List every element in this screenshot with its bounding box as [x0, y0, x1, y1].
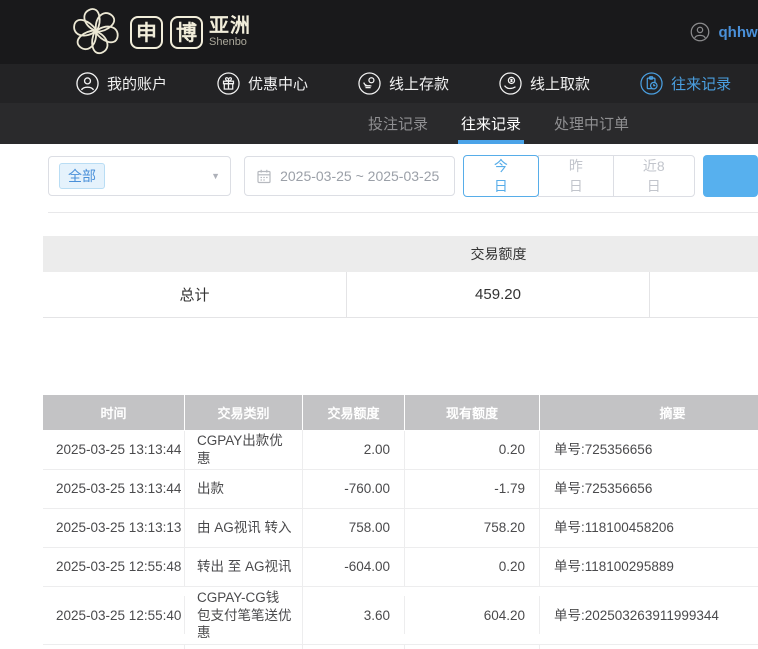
tab-betting-records[interactable]: 投注记录	[368, 103, 428, 144]
type-select[interactable]: 全部 ▼	[48, 156, 232, 196]
cell-summary: 单号:118100458206	[554, 520, 674, 536]
avatar-icon	[690, 22, 709, 42]
summary-header-amount: 交易额度	[470, 246, 527, 262]
calendar-icon	[257, 169, 271, 184]
col-header-time: 时间	[43, 395, 185, 430]
table-row: 2025-03-25 12:55:40 CGPAY-CG钱包支付笔笔送优惠 3.…	[43, 587, 758, 645]
cell-amount: 3.60	[303, 596, 405, 635]
nav-item-deposit[interactable]: 线上存款	[358, 72, 449, 95]
cell-type: 转出 至 AG视讯	[185, 548, 303, 587]
withdraw-icon	[499, 72, 522, 95]
nav-label: 我的账户	[107, 76, 168, 93]
brand-region: 亚洲	[209, 14, 251, 37]
summary-header-row: 交易额度	[43, 236, 758, 272]
main-nav: 我的账户 优惠中心 线上存款 线上取款 往来记录	[0, 64, 758, 103]
last-8-days-button[interactable]: 近8日	[612, 155, 695, 197]
type-tag[interactable]: 全部	[59, 163, 105, 189]
cell-summary: 单号:725356656	[554, 441, 653, 457]
filter-row: 全部 ▼ 2025-03-25 ~ 2025-03-25 今日 昨日 近8日	[48, 155, 758, 197]
nav-label: 往来记录	[671, 76, 732, 93]
records-table: 时间 交易类别 交易额度 现有额度 摘要 2025-03-25 13:13:44…	[43, 395, 758, 649]
cell-time: 2025-03-25 13:13:13	[43, 509, 185, 548]
tab-label: 处理中订单	[554, 116, 630, 133]
nav-label: 线上取款	[530, 76, 591, 93]
cell-type: CGPAY支付	[185, 644, 303, 649]
cell-balance: 600.60	[405, 644, 540, 649]
quick-date-buttons: 今日 昨日 近8日	[462, 155, 695, 197]
nav-item-promotions[interactable]: 优惠中心	[217, 72, 308, 95]
user-account[interactable]: qhhw2	[690, 22, 758, 42]
summary-total-row: 总计 459.20	[43, 272, 758, 318]
cell-balance: 604.20	[405, 596, 540, 635]
divider	[48, 212, 758, 213]
table-header-row: 时间 交易类别 交易额度 现有额度 摘要	[43, 395, 758, 430]
cell-summary: 单号:202503263911999344	[554, 607, 719, 623]
tab-label: 往来记录	[461, 116, 522, 133]
tab-pending-orders[interactable]: 处理中订单	[554, 103, 629, 144]
cell-balance: 0.20	[405, 430, 540, 469]
flower-logo-icon	[73, 8, 119, 55]
search-button[interactable]	[702, 155, 758, 197]
cell-summary: 单号:202503263911999344	[540, 645, 758, 649]
brand-char-2: 博	[170, 15, 203, 49]
cell-time: 2025-03-25 12:55:40	[43, 596, 185, 635]
summary-table: 交易额度 总计 459.20	[43, 236, 758, 318]
cell-summary: 单号:725356656	[554, 481, 653, 497]
brand-char-1: 申	[130, 15, 163, 49]
cell-type: 由 AG视讯 转入	[185, 509, 303, 548]
user-icon	[76, 72, 99, 95]
brand-logo: 申 博 亚洲 Shenbo	[64, 3, 251, 61]
cell-balance: 758.20	[405, 509, 540, 548]
cell-time: 2025-03-25 13:13:44	[43, 470, 185, 509]
brand-characters: 申 博	[130, 15, 203, 49]
tab-transaction-records[interactable]: 往来记录	[458, 103, 525, 144]
nav-item-my-account[interactable]: 我的账户	[76, 72, 167, 95]
cell-amount: 600.00	[303, 644, 405, 649]
col-header-balance: 现有额度	[405, 395, 540, 430]
yesterday-button[interactable]: 昨日	[537, 155, 614, 197]
nav-label: 优惠中心	[248, 76, 309, 93]
nav-item-records[interactable]: 往来记录	[640, 72, 731, 95]
col-header-summary: 摘要	[659, 406, 686, 421]
table-row: 2025-03-25 13:13:44 CGPAY出款优惠 2.00 0.20 …	[43, 430, 758, 471]
records-icon	[640, 72, 663, 95]
today-button[interactable]: 今日	[462, 155, 539, 197]
table-row: 2025-03-25 13:13:44 出款 -760.00 -1.79 单号:…	[43, 470, 758, 510]
cell-amount: 2.00	[303, 430, 405, 469]
summary-total-value: 459.20	[347, 272, 650, 317]
col-header-amount: 交易额度	[303, 395, 405, 430]
cell-time: 2025-03-25 12:55:48	[43, 548, 185, 587]
active-tab-underline	[458, 140, 525, 144]
cell-time: 2025-03-25 12:55:40	[43, 644, 185, 649]
cell-amount: 758.00	[303, 509, 405, 548]
cell-amount: -604.00	[303, 548, 405, 587]
brand-latin: Shenbo	[209, 35, 247, 48]
date-range-input[interactable]: 2025-03-25 ~ 2025-03-25	[244, 156, 455, 196]
cell-type: CGPAY出款优惠	[185, 430, 303, 470]
gift-icon	[217, 72, 240, 95]
cell-amount: -760.00	[303, 470, 405, 509]
cell-summary: 单号:118100295889	[554, 559, 674, 575]
date-range-value: 2025-03-25 ~ 2025-03-25	[280, 168, 440, 184]
tab-label: 投注记录	[368, 116, 429, 133]
table-row: 2025-03-25 13:13:13 由 AG视讯 转入 758.00 758…	[43, 509, 758, 549]
table-row: 2025-03-25 12:55:40 CGPAY支付 600.00 600.6…	[43, 644, 758, 649]
deposit-icon	[358, 72, 381, 95]
top-header: 申 博 亚洲 Shenbo qhhw2	[0, 0, 758, 64]
cell-time: 2025-03-25 13:13:44	[43, 430, 185, 469]
chevron-down-icon: ▼	[211, 171, 221, 181]
col-header-type: 交易类别	[185, 395, 303, 430]
table-row: 2025-03-25 12:55:48 转出 至 AG视讯 -604.00 0.…	[43, 548, 758, 588]
cell-balance: 0.20	[405, 548, 540, 587]
sub-nav: 投注记录 往来记录 处理中订单	[0, 103, 758, 144]
cell-balance: -1.79	[405, 470, 540, 509]
cell-type: 出款	[185, 470, 303, 509]
cell-type: CGPAY-CG钱包支付笔笔送优惠	[185, 587, 303, 644]
nav-item-withdraw[interactable]: 线上取款	[499, 72, 590, 95]
summary-empty-cell	[650, 272, 758, 317]
username[interactable]: qhhw2	[719, 24, 758, 41]
summary-total-label: 总计	[43, 272, 347, 317]
nav-label: 线上存款	[389, 76, 450, 93]
